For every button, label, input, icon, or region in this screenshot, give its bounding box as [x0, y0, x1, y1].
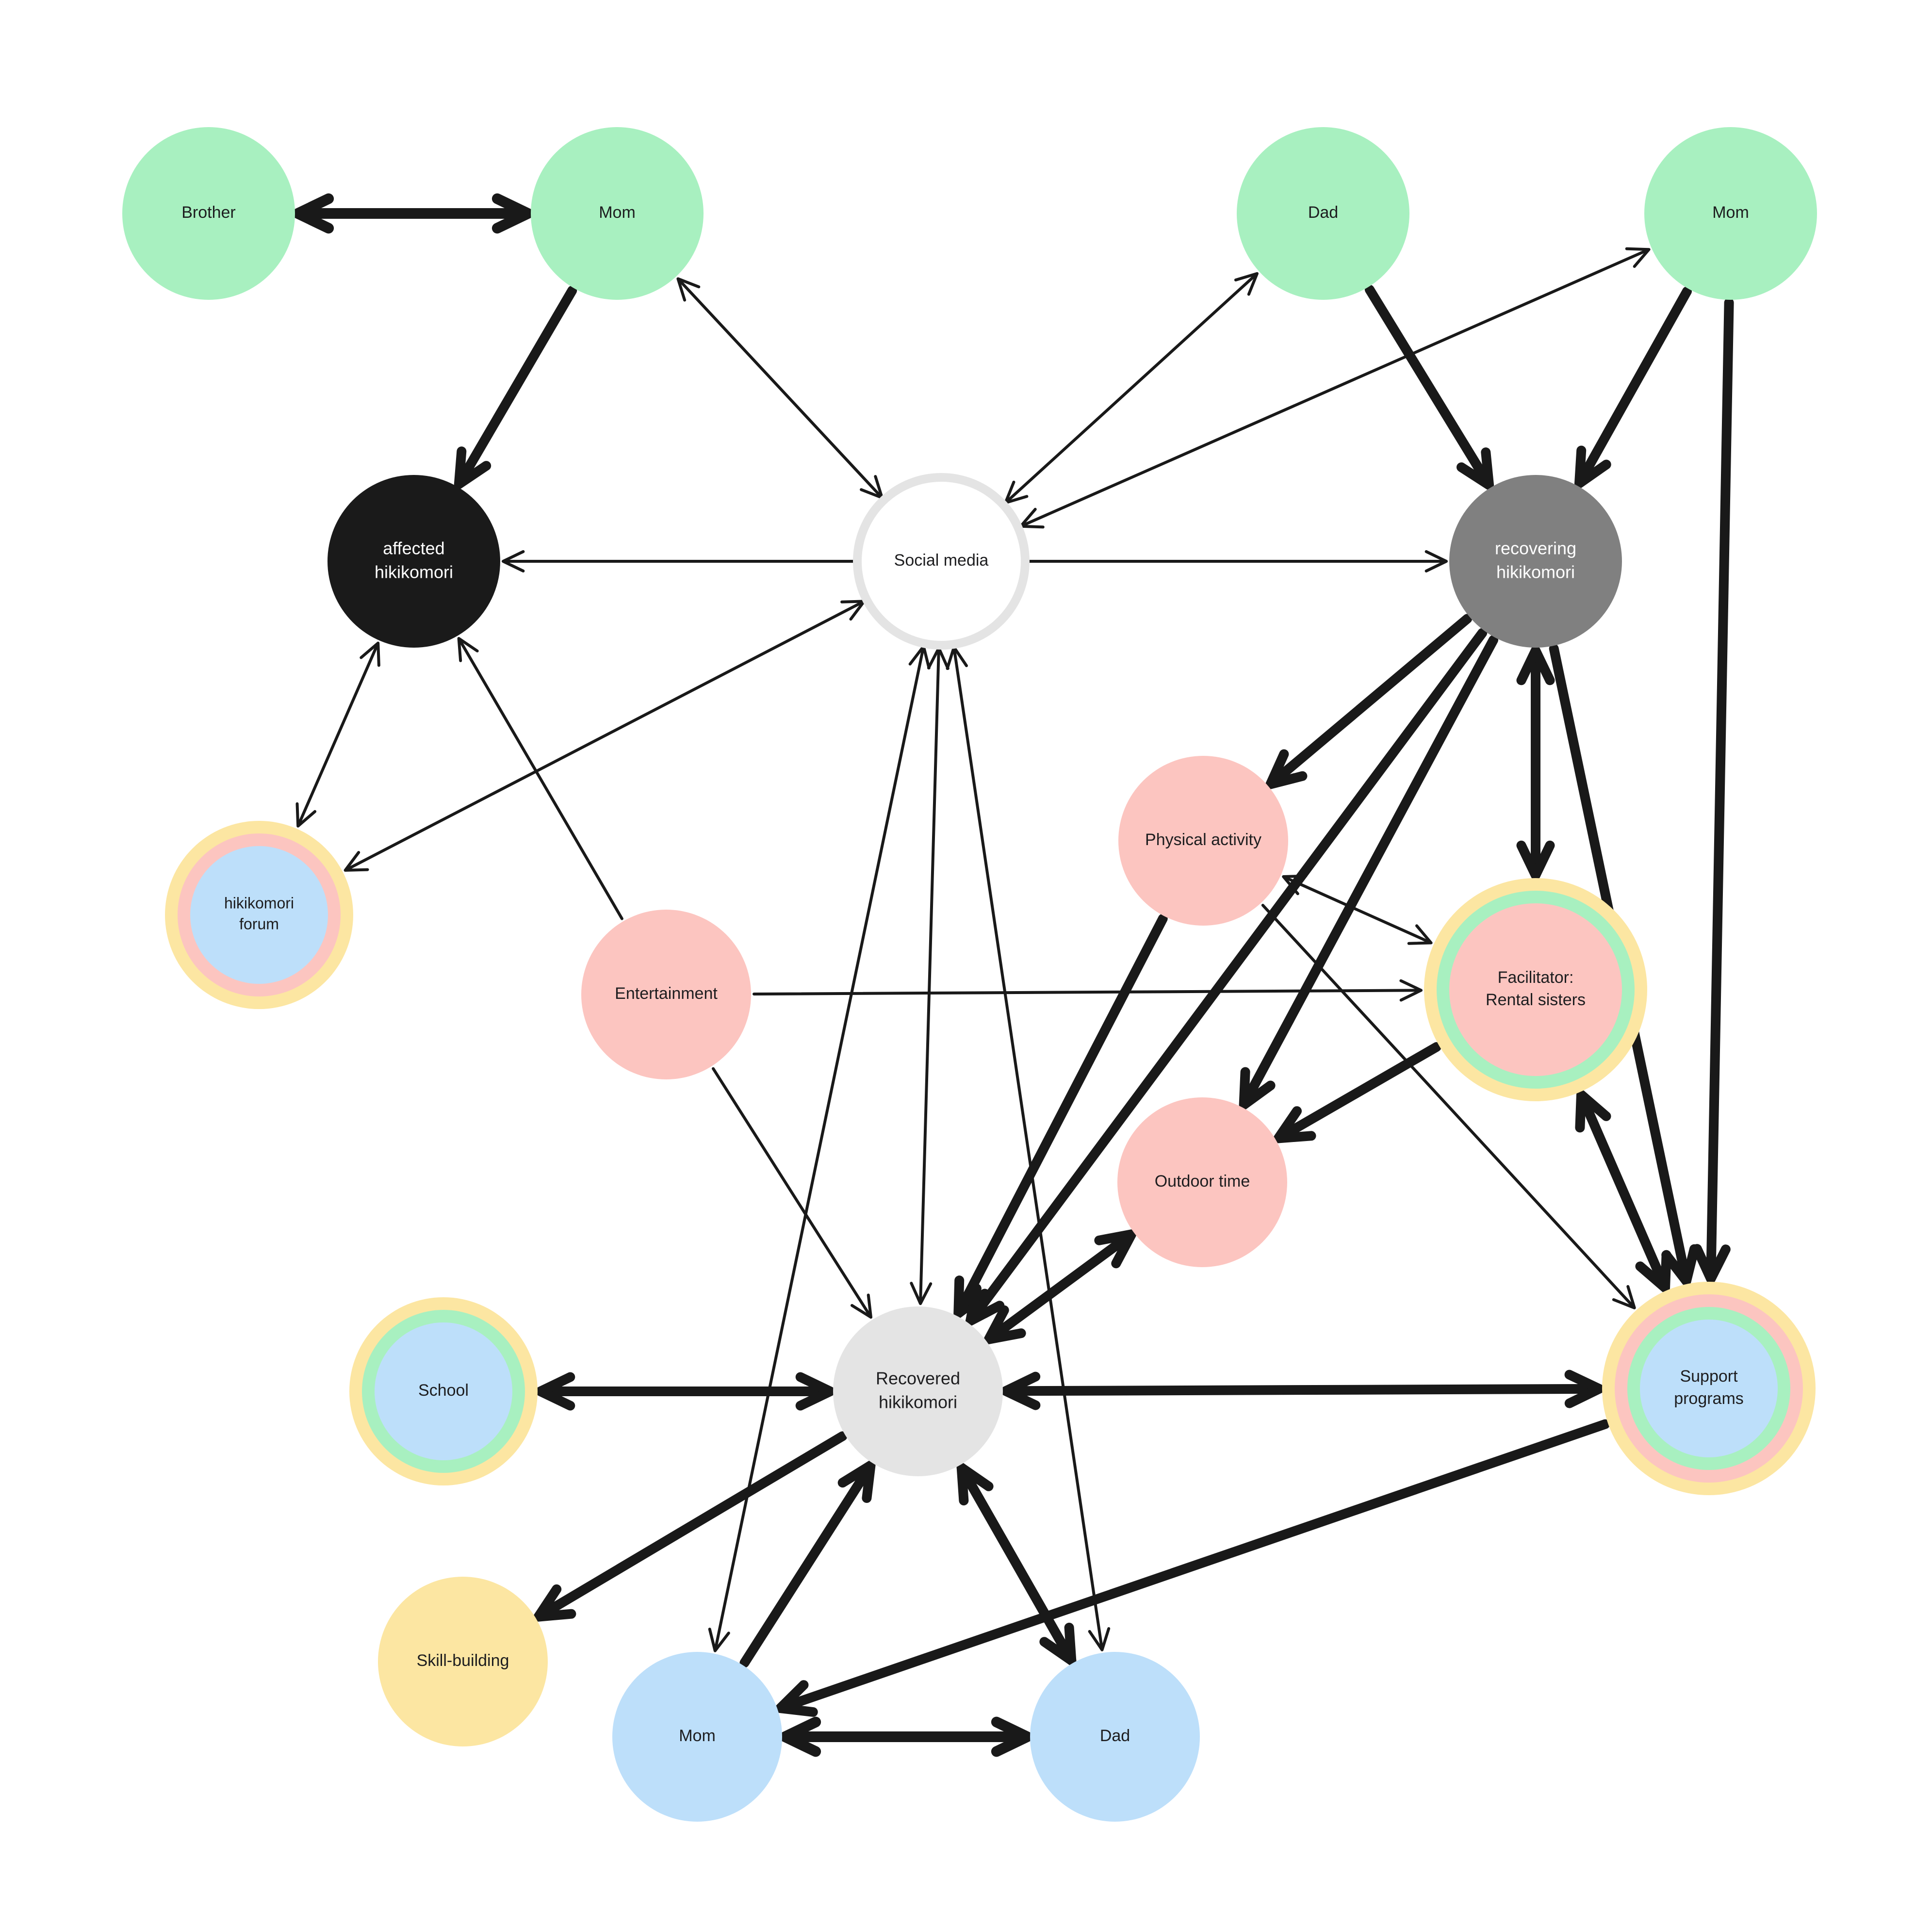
node-circle[interactable]	[1030, 1652, 1200, 1822]
node-circle[interactable]	[327, 475, 500, 648]
graph-node[interactable]: Outdoor time	[1117, 1097, 1287, 1267]
node-circle[interactable]	[122, 127, 295, 300]
graph-edge[interactable]	[1364, 285, 1494, 490]
graph-edge[interactable]	[295, 641, 380, 828]
graph-node[interactable]: Recovered hikikomori	[833, 1306, 1003, 1476]
graph-edge[interactable]	[1273, 1042, 1441, 1143]
graph-node[interactable]: Mom	[1644, 127, 1817, 300]
node-circle[interactable]	[1449, 475, 1622, 648]
graph-edge[interactable]	[1027, 550, 1448, 572]
graph-edge[interactable]	[953, 914, 1168, 1319]
graph-node[interactable]: School	[349, 1297, 538, 1485]
node-circle[interactable]	[833, 1306, 1003, 1476]
node-circle[interactable]	[1237, 127, 1409, 300]
node-circle[interactable]	[531, 127, 704, 300]
node-circle[interactable]	[1644, 127, 1817, 300]
node-circle[interactable]	[1117, 1097, 1287, 1267]
node-circle[interactable]	[378, 1577, 548, 1746]
graph-node[interactable]: Dad	[1030, 1652, 1200, 1822]
graph-node[interactable]: Social media	[853, 473, 1030, 650]
node-circle[interactable]	[375, 1322, 512, 1460]
graph-node[interactable]: Dad	[1237, 127, 1409, 300]
graph-node[interactable]: Entertainment	[581, 910, 751, 1079]
graph-node[interactable]: Physical activity	[1118, 756, 1288, 926]
node-circle[interactable]	[190, 846, 328, 984]
graph-edge[interactable]	[454, 285, 577, 489]
nodes-layer: Brother Mom Dad Mom affected hikikomori Social…	[122, 127, 1817, 1822]
graph-node[interactable]: hikikomori forum	[165, 821, 353, 1009]
graph-edge[interactable]	[502, 550, 856, 572]
graph-edge[interactable]	[676, 277, 884, 499]
graph-node[interactable]: Support programs	[1602, 1282, 1816, 1495]
graph-node[interactable]: Brother	[122, 127, 295, 300]
graph-edge[interactable]	[1004, 272, 1259, 505]
graph-edge[interactable]	[910, 646, 950, 1305]
network-graph[interactable]: Brother Mom Dad Mom affected hikikomori Social…	[0, 0, 1932, 1925]
node-circle[interactable]	[1640, 1320, 1778, 1457]
node-circle[interactable]	[853, 473, 1030, 650]
graph-edge[interactable]	[983, 1229, 1137, 1344]
graph-edge[interactable]	[457, 637, 623, 920]
graph-edge[interactable]	[1692, 298, 1734, 1284]
graph-node[interactable]: Mom	[612, 1652, 782, 1822]
graph-edge[interactable]	[1574, 286, 1692, 489]
graph-edge[interactable]	[1516, 646, 1555, 880]
graph-node[interactable]: Mom	[531, 127, 704, 300]
graph-edge[interactable]	[1001, 1370, 1604, 1410]
graph-node[interactable]: Skill-building	[378, 1577, 548, 1746]
graph-edge[interactable]	[780, 1716, 1032, 1757]
graph-node[interactable]: recovering hikikomori	[1449, 475, 1622, 648]
node-circle[interactable]	[1449, 903, 1622, 1076]
graph-edge[interactable]	[739, 1460, 876, 1668]
graph-edge[interactable]	[1265, 614, 1473, 789]
graph-node[interactable]: affected hikikomori	[327, 475, 500, 648]
graph-edge[interactable]	[946, 646, 1111, 1651]
node-circle[interactable]	[612, 1652, 782, 1822]
diagram-canvas: Brother Mom Dad Mom affected hikikomori Social…	[0, 0, 1932, 1925]
graph-node[interactable]: Facilitator: Rental sisters	[1424, 878, 1647, 1101]
graph-edge[interactable]	[293, 193, 533, 234]
graph-edge[interactable]	[536, 1372, 835, 1411]
node-circle[interactable]	[581, 910, 751, 1079]
node-circle[interactable]	[1118, 756, 1288, 926]
